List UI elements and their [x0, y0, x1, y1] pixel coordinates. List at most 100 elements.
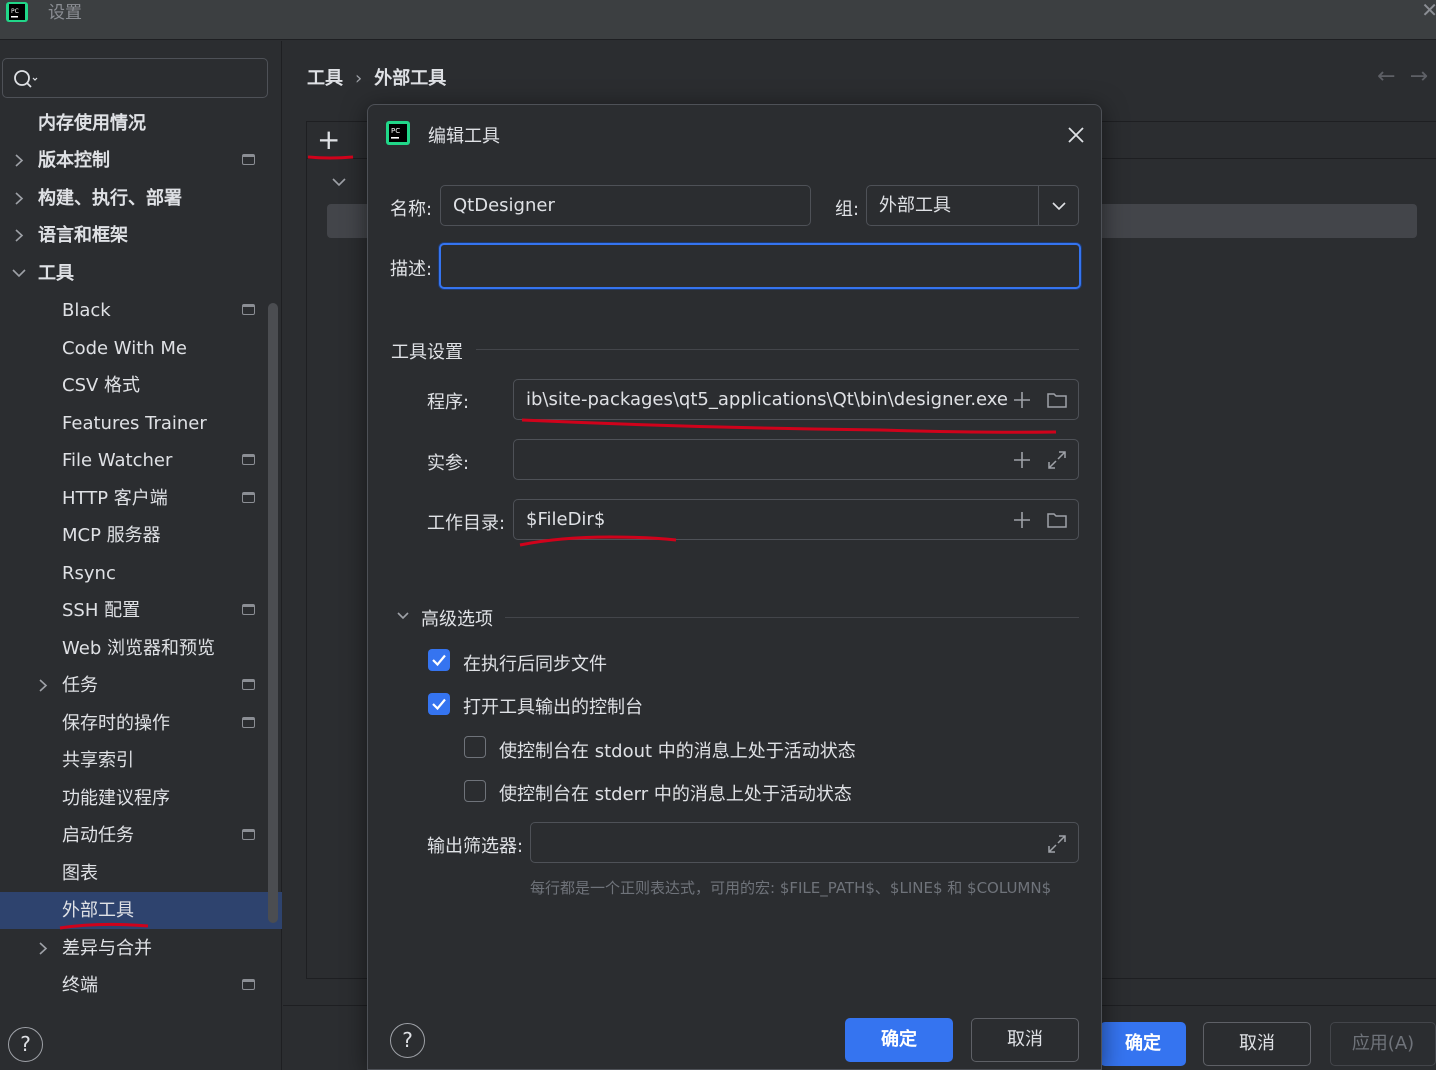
dialog-ok-button[interactable]: 确定 [845, 1018, 953, 1062]
sidebar-item-label: 外部工具 [62, 900, 134, 921]
advanced-options-title[interactable]: 高级选项 [421, 605, 493, 631]
sidebar-item-label: 版本控制 [38, 150, 110, 171]
stdout-label[interactable]: 使控制台在 stdout 中的消息上处于活动状态 [499, 737, 856, 763]
program-field[interactable]: ib\site-packages\qt5_applications\Qt\bin… [513, 379, 1079, 420]
group-dropdown-button[interactable] [1038, 186, 1078, 225]
output-filters-label: 输出筛选器: [427, 836, 524, 857]
sidebar-scrollbar[interactable] [268, 303, 278, 923]
settings-sidebar: 内存使用情况 版本控制 构建、执行、部署 语言和框架 工具 Black Code… [0, 41, 282, 1070]
checkmark-icon [432, 698, 446, 711]
sidebar-item-diagrams[interactable]: 图表 [0, 855, 282, 892]
group-combobox[interactable]: 外部工具 [866, 185, 1079, 226]
sidebar-item-black[interactable]: Black [0, 292, 282, 329]
output-filters-hint: 每行都是一个正则表达式，可用的宏: $FILE_PATH$、$LINE$ 和 $… [530, 879, 1052, 897]
sidebar-item-external-tools[interactable]: 外部工具 [0, 892, 282, 929]
apply-button[interactable]: 应用(A) [1330, 1022, 1436, 1066]
close-icon[interactable] [1066, 125, 1086, 145]
sidebar-item-label: 工具 [38, 263, 74, 284]
workdir-field[interactable]: $FileDir$ [513, 499, 1079, 540]
sidebar-item-label: Web 浏览器和预览 [62, 638, 215, 659]
group-value: 外部工具 [879, 195, 951, 216]
insert-macro-icon[interactable] [1011, 449, 1033, 471]
name-field[interactable]: QtDesigner [440, 185, 811, 226]
sidebar-item-languages-frameworks[interactable]: 语言和框架 [0, 217, 282, 254]
arguments-field[interactable] [513, 439, 1079, 480]
sidebar-item-diff-merge[interactable]: 差异与合并 [0, 930, 282, 967]
stderr-checkbox[interactable] [464, 780, 486, 802]
dialog-cancel-button[interactable]: 取消 [971, 1018, 1079, 1062]
cancel-button[interactable]: 取消 [1203, 1022, 1311, 1066]
folder-icon[interactable] [1046, 389, 1068, 411]
chevron-down-icon[interactable] [396, 609, 410, 623]
sidebar-item-label: 图表 [62, 863, 98, 884]
chevron-right-icon[interactable] [12, 180, 26, 217]
sidebar-item-label: 启动任务 [62, 825, 134, 846]
open-console-checkbox[interactable] [428, 693, 450, 715]
project-level-icon [242, 604, 255, 615]
sidebar-item-shared-indexes[interactable]: 共享索引 [0, 742, 282, 779]
chevron-right-icon[interactable] [36, 667, 50, 704]
chevron-right-icon[interactable] [36, 930, 50, 967]
sidebar-item-ssh-config[interactable]: SSH 配置 [0, 592, 282, 629]
sidebar-item-label: 语言和框架 [38, 225, 128, 246]
sidebar-item-label: 功能建议程序 [62, 788, 170, 809]
name-label: 名称: [390, 199, 433, 220]
tool-settings-title: 工具设置 [391, 342, 463, 363]
forward-arrow-icon[interactable]: → [1410, 64, 1428, 89]
description-field[interactable] [439, 243, 1081, 289]
sidebar-item-label: 差异与合并 [62, 938, 152, 959]
ok-button[interactable]: 确定 [1100, 1022, 1186, 1066]
help-button[interactable]: ? [8, 1027, 43, 1062]
edit-tool-dialog: PC 编辑工具 名称: QtDesigner 组: 外部工具 描述: 工具设置 … [367, 104, 1102, 1070]
sidebar-item-label: 任务 [62, 675, 98, 696]
back-arrow-icon[interactable]: ← [1377, 64, 1395, 89]
sidebar-item-tools[interactable]: 工具 [0, 255, 282, 292]
sidebar-item-label: 构建、执行、部署 [38, 188, 182, 209]
help-button[interactable]: ? [390, 1023, 425, 1058]
stdout-checkbox[interactable] [464, 736, 486, 758]
sidebar-item-memory-usage[interactable]: 内存使用情况 [0, 105, 282, 142]
svg-text:PC: PC [391, 127, 400, 135]
svg-text:PC: PC [11, 8, 19, 15]
sidebar-item-rsync[interactable]: Rsync [0, 555, 282, 592]
add-tool-button[interactable]: + [317, 126, 340, 154]
output-filters-field[interactable] [530, 822, 1079, 863]
sidebar-item-terminal[interactable]: 终端 [0, 967, 282, 1004]
sync-files-label[interactable]: 在执行后同步文件 [463, 650, 607, 676]
program-label: 程序: [427, 392, 470, 413]
window-close-icon[interactable]: ✕ [1421, 0, 1436, 22]
sidebar-item-label: MCP 服务器 [62, 525, 161, 546]
chevron-right-icon[interactable] [12, 142, 26, 179]
project-level-icon [242, 679, 255, 690]
settings-search-input[interactable] [2, 58, 268, 98]
chevron-down-icon[interactable] [331, 174, 347, 190]
sidebar-item-feature-suggester[interactable]: 功能建议程序 [0, 780, 282, 817]
sync-files-checkbox[interactable] [428, 649, 450, 671]
sidebar-item-label: File Watcher [62, 450, 173, 471]
sidebar-item-label: SSH 配置 [62, 600, 141, 621]
sidebar-item-csv-format[interactable]: CSV 格式 [0, 367, 282, 404]
breadcrumb-parent[interactable]: 工具 [307, 68, 343, 89]
sidebar-item-version-control[interactable]: 版本控制 [0, 142, 282, 179]
expand-icon[interactable] [1046, 449, 1068, 471]
sidebar-item-web-browsers[interactable]: Web 浏览器和预览 [0, 630, 282, 667]
sidebar-item-mcp-server[interactable]: MCP 服务器 [0, 517, 282, 554]
sidebar-item-code-with-me[interactable]: Code With Me [0, 330, 282, 367]
project-level-icon [242, 829, 255, 840]
sidebar-item-startup-tasks[interactable]: 启动任务 [0, 817, 282, 854]
expand-icon[interactable] [1046, 833, 1068, 855]
stderr-label[interactable]: 使控制台在 stderr 中的消息上处于活动状态 [499, 780, 852, 806]
insert-macro-icon[interactable] [1011, 389, 1033, 411]
chevron-down-icon[interactable] [12, 255, 26, 292]
open-console-label[interactable]: 打开工具输出的控制台 [463, 693, 643, 719]
sidebar-item-features-trainer[interactable]: Features Trainer [0, 405, 282, 442]
project-level-icon [242, 154, 255, 165]
insert-macro-icon[interactable] [1011, 509, 1033, 531]
sidebar-item-tasks[interactable]: 任务 [0, 667, 282, 704]
sidebar-item-build-execution-deployment[interactable]: 构建、执行、部署 [0, 180, 282, 217]
folder-icon[interactable] [1046, 509, 1068, 531]
chevron-right-icon[interactable] [12, 217, 26, 254]
sidebar-item-http-client[interactable]: HTTP 客户端 [0, 480, 282, 517]
sidebar-item-file-watcher[interactable]: File Watcher [0, 442, 282, 479]
sidebar-item-actions-on-save[interactable]: 保存时的操作 [0, 705, 282, 742]
